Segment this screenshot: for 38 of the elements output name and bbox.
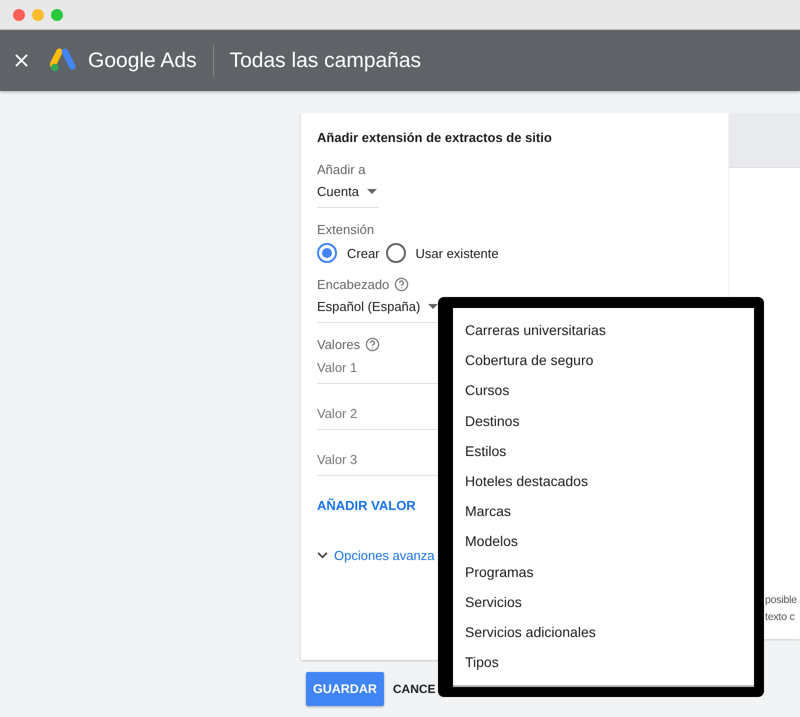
field-label: Extensión (317, 222, 374, 237)
field-label: Añadir a (317, 162, 366, 177)
help-icon[interactable] (394, 277, 410, 292)
menu-item[interactable]: Servicios adicionales (453, 620, 754, 652)
radio-button[interactable] (386, 243, 406, 263)
close-icon[interactable] (15, 54, 28, 67)
logo-icon (50, 48, 78, 74)
menu-item[interactable]: Marcas (453, 500, 754, 530)
account-dropdown[interactable]: Cuenta (317, 177, 379, 208)
menu-item[interactable]: Destinos (453, 410, 754, 440)
panel-text: posible (765, 593, 798, 608)
radio-button[interactable] (317, 243, 337, 263)
dialog-title: Añadir extensión de extractos de sitio (317, 130, 552, 145)
radio-option[interactable]: Crear (317, 243, 380, 263)
radio-option[interactable]: Usar existente (386, 243, 499, 263)
caret-icon (428, 304, 438, 309)
help-icon[interactable] (365, 337, 380, 352)
menu-item[interactable]: Modelos (453, 530, 754, 560)
chevron-down-icon (317, 552, 328, 559)
menu-item[interactable]: Cobertura de seguro (453, 349, 754, 380)
product-name: Google Ads (88, 48, 197, 72)
menu-item[interactable]: Estilos (453, 440, 754, 470)
menu-item[interactable]: Tipos (453, 651, 754, 682)
add-value-link[interactable]: AÑADIR VALOR (317, 498, 416, 513)
panel-text: texto c (765, 610, 796, 625)
save-button[interactable]: GUARDAR (306, 672, 384, 706)
cancel-button[interactable]: CANCE (392, 682, 437, 696)
menu-item[interactable]: Carreras universitarias (453, 319, 754, 350)
field-label: Encabezado (317, 277, 390, 292)
menu-item[interactable]: Hoteles destacados (453, 470, 754, 500)
page-title: Todas las campañas (230, 48, 422, 72)
menu-item[interactable]: Servicios (453, 590, 754, 621)
advanced-options-link[interactable]: Opciones avanza (317, 548, 434, 563)
menu-item[interactable]: Cursos (453, 379, 754, 410)
menu-item[interactable]: Programas (453, 560, 754, 591)
close-window-icon[interactable] (13, 8, 25, 20)
field-label: Valores (317, 337, 360, 352)
caret-icon (366, 189, 377, 194)
